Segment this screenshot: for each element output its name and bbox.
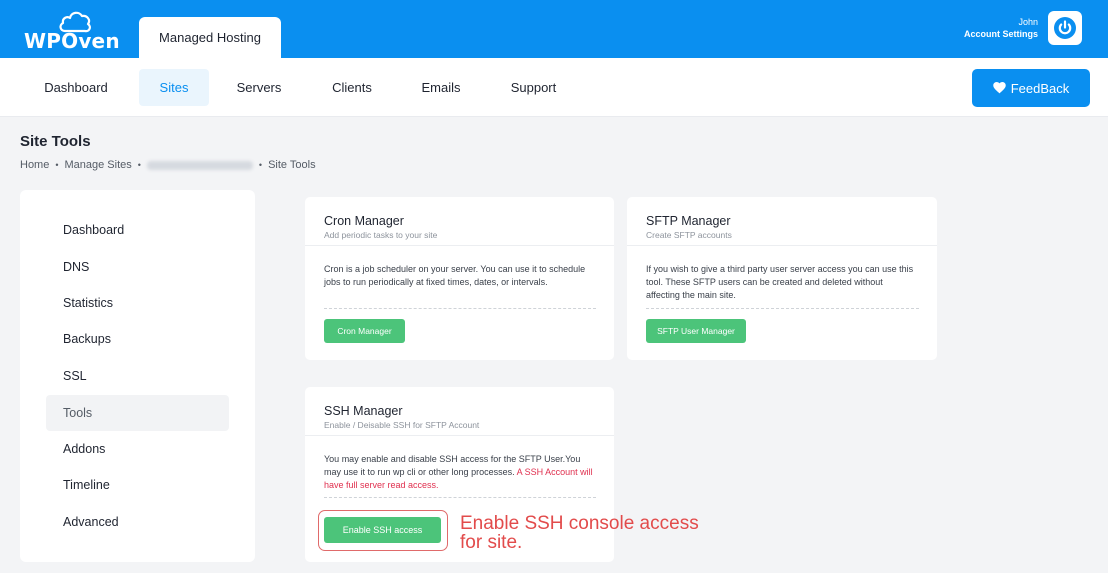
nav-servers[interactable]: Servers <box>224 69 294 106</box>
card-dashed-divider <box>324 497 596 498</box>
main-nav: Dashboard Sites Servers Clients Emails S… <box>0 58 1108 117</box>
cron-manager-card: Cron Manager Add periodic tasks to your … <box>305 197 614 360</box>
nav-dashboard[interactable]: Dashboard <box>26 69 126 106</box>
card-title: Cron Manager <box>324 214 404 228</box>
account-settings-link[interactable]: Account Settings <box>964 28 1038 40</box>
card-description: You may enable and disable SSH access fo… <box>324 453 596 492</box>
sidebar-item-backups[interactable]: Backups <box>46 321 229 357</box>
avatar[interactable] <box>1048 11 1082 45</box>
brand-name: WPOven <box>24 29 120 53</box>
sidebar-item-addons[interactable]: Addons <box>46 431 229 467</box>
card-dashed-divider <box>324 308 596 309</box>
cron-manager-button[interactable]: Cron Manager <box>324 319 405 343</box>
power-icon <box>1054 17 1076 39</box>
sftp-manager-card: SFTP Manager Create SFTP accounts If you… <box>627 197 937 360</box>
sidebar-item-dashboard[interactable]: Dashboard <box>46 212 229 248</box>
card-dashed-divider <box>646 308 919 309</box>
sidebar-item-ssl[interactable]: SSL <box>46 358 229 394</box>
feedback-button[interactable]: FeedBack <box>972 69 1090 107</box>
card-divider <box>627 245 937 246</box>
card-title: SFTP Manager <box>646 214 731 228</box>
nav-clients[interactable]: Clients <box>317 69 387 106</box>
card-divider <box>305 435 614 436</box>
feedback-label: FeedBack <box>1010 80 1070 96</box>
card-divider <box>305 245 614 246</box>
card-subtitle: Create SFTP accounts <box>646 230 732 240</box>
sidebar-item-tools[interactable]: Tools <box>46 395 229 431</box>
user-name: John <box>1018 17 1038 27</box>
breadcrumb-site-tools: Site Tools <box>268 159 316 171</box>
wpoven-logo[interactable]: WPOven <box>22 10 122 53</box>
heart-icon <box>992 82 1006 94</box>
card-title: SSH Manager <box>324 404 403 418</box>
account-menu[interactable]: John Account Settings <box>964 16 1038 40</box>
sidebar-item-advanced[interactable]: Advanced <box>46 504 229 540</box>
tab-managed-hosting[interactable]: Managed Hosting <box>139 17 281 58</box>
page-title: Site Tools <box>20 133 91 150</box>
sidebar-item-dns[interactable]: DNS <box>46 249 229 285</box>
breadcrumb-separator: • <box>258 160 263 170</box>
nav-support[interactable]: Support <box>496 69 571 106</box>
card-subtitle: Enable / Deisable SSH for SFTP Account <box>324 420 480 430</box>
site-sidebar: Dashboard DNS Statistics Backups SSL Too… <box>20 190 255 562</box>
breadcrumb: Home • Manage Sites • • Site Tools <box>20 159 316 171</box>
nav-sites[interactable]: Sites <box>139 69 209 106</box>
breadcrumb-home[interactable]: Home <box>20 159 49 171</box>
sidebar-item-statistics[interactable]: Statistics <box>46 285 229 321</box>
top-bar: WPOven Managed Hosting John Account Sett… <box>0 0 1108 58</box>
breadcrumb-manage-sites[interactable]: Manage Sites <box>65 159 132 171</box>
sidebar-item-timeline[interactable]: Timeline <box>46 467 229 503</box>
sftp-user-manager-button[interactable]: SFTP User Manager <box>646 319 746 343</box>
annotation-text: Enable SSH console access for site. <box>460 513 699 553</box>
breadcrumb-separator: • <box>55 160 59 170</box>
breadcrumb-site-domain-redacted[interactable] <box>146 160 253 170</box>
card-description: Cron is a job scheduler on your server. … <box>324 264 586 287</box>
nav-emails[interactable]: Emails <box>406 69 476 106</box>
card-description: If you wish to give a third party user s… <box>646 264 914 300</box>
annotation-highlight-box <box>318 510 448 551</box>
breadcrumb-separator: • <box>137 160 141 170</box>
card-subtitle: Add periodic tasks to your site <box>324 230 438 240</box>
